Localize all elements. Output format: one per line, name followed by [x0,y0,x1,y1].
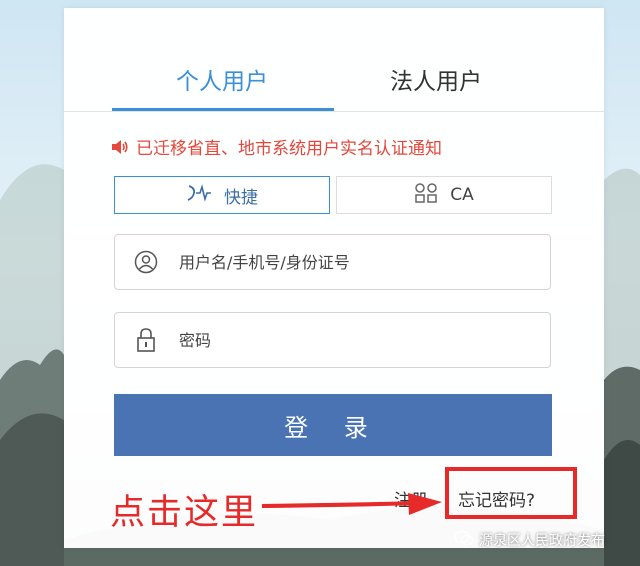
user-type-tabs: 个人用户 法人用户 [64,8,604,118]
notice-link[interactable]: 已迁移省直、地市系统用户实名认证通知 [110,134,442,159]
lock-icon [115,327,177,353]
wechat-icon [454,530,474,550]
ca-cert-icon [414,182,438,209]
password-input[interactable] [177,329,541,351]
quick-login-label: 快捷 [224,187,258,208]
ca-login-button[interactable]: CA [336,176,552,214]
annotation-arrow-icon [261,493,442,515]
watermark-text: 源泉区人民政府发布 [479,533,605,549]
annotation-highlight-box [445,467,577,519]
ca-login-label: CA [450,185,474,205]
annotation-label: 点击这里 [110,493,259,533]
speaker-icon [110,138,130,156]
tab-divider [64,111,604,112]
password-field-box [114,312,551,368]
user-icon [115,250,177,274]
watermark: 源泉区人民政府发布 [454,530,605,550]
quick-login-button[interactable]: 快捷 [114,176,330,214]
login-button[interactable]: 登 录 [114,394,552,456]
tab-legal-user[interactable]: 法人用户 [326,62,546,96]
tab-personal-user[interactable]: 个人用户 [112,62,332,96]
quick-login-icon [186,182,212,209]
notice-text: 已迁移省直、地市系统用户实名认证通知 [136,139,442,159]
username-input[interactable] [177,251,541,273]
username-field-box [114,234,551,290]
